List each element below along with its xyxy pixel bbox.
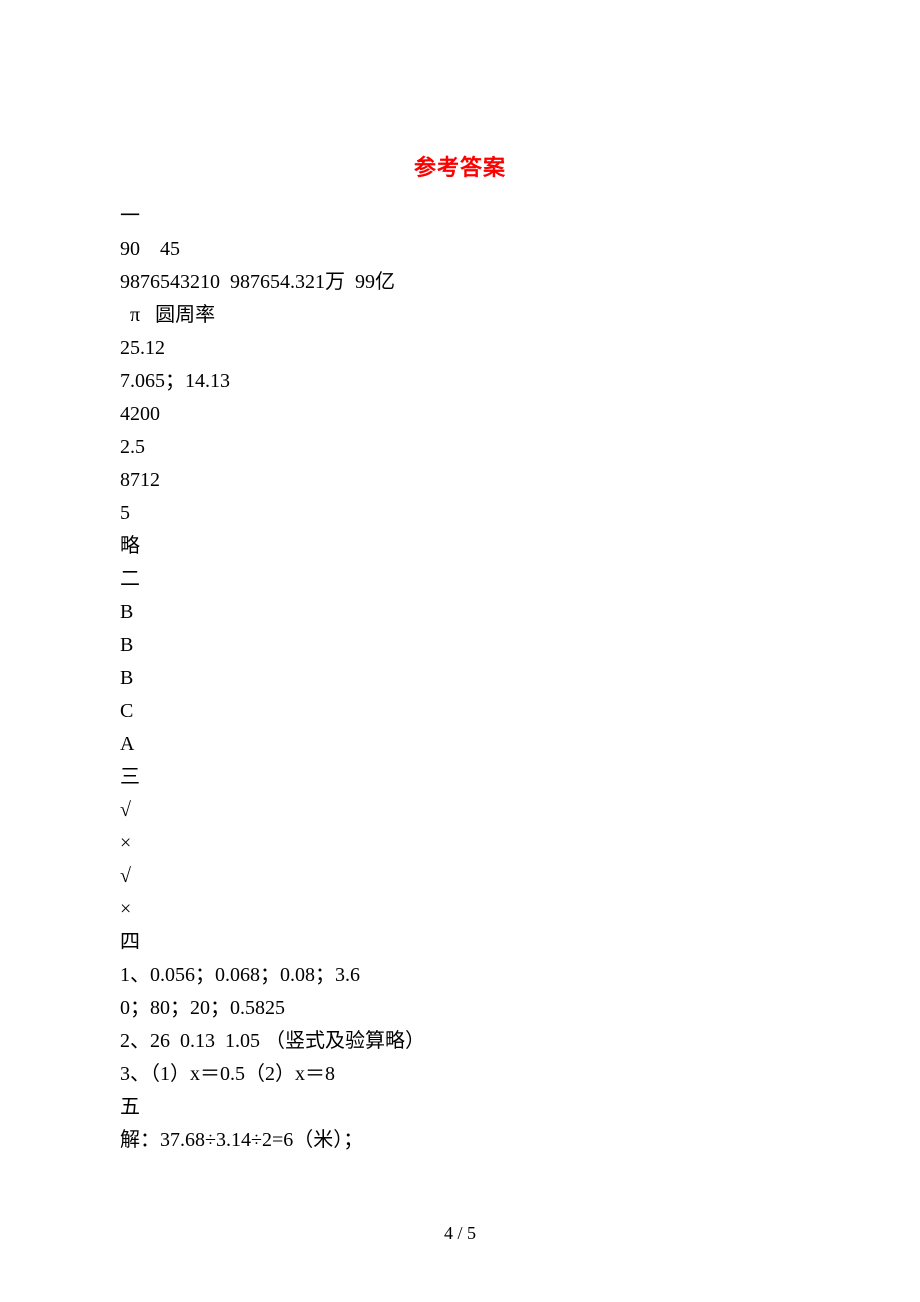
page-title: 参考答案 <box>120 150 800 182</box>
section-1-line: 90 45 <box>120 233 800 266</box>
section-4-heading: 四 <box>120 926 800 959</box>
section-1-heading: 一 <box>120 200 800 233</box>
section-4-line: 3、（1）x＝0.5（2）x＝8 <box>120 1058 800 1091</box>
section-2-answer: B <box>120 596 800 629</box>
section-2-answer: B <box>120 662 800 695</box>
section-4-line: 1、0.056；0.068；0.08；3.6 <box>120 959 800 992</box>
section-1-line: 5 <box>120 497 800 530</box>
section-2-answer: C <box>120 695 800 728</box>
section-1-line: 9876543210 987654.321万 99亿 <box>120 266 800 299</box>
section-3-answer: × <box>120 893 800 926</box>
page-number: 4 / 5 <box>0 1223 920 1244</box>
section-1-line: 8712 <box>120 464 800 497</box>
section-2-heading: 二 <box>120 563 800 596</box>
section-5-line: 解：37.68÷3.14÷2=6（米）； <box>120 1124 800 1157</box>
section-3-answer: √ <box>120 794 800 827</box>
section-2-answer: A <box>120 728 800 761</box>
document-page: 参考答案 一 90 45 9876543210 987654.321万 99亿 … <box>0 0 920 1157</box>
section-1-line: 4200 <box>120 398 800 431</box>
section-3-answer: √ <box>120 860 800 893</box>
section-4-line: 0；80；20；0.5825 <box>120 992 800 1025</box>
section-2-answer: B <box>120 629 800 662</box>
section-1-line: 略 <box>120 530 800 563</box>
section-1-line: 7.065；14.13 <box>120 365 800 398</box>
section-3-heading: 三 <box>120 761 800 794</box>
section-5-heading: 五 <box>120 1091 800 1124</box>
section-3-answer: × <box>120 827 800 860</box>
section-1-line: 2.5 <box>120 431 800 464</box>
section-1-line: π 圆周率 <box>120 299 800 332</box>
section-4-line: 2、26 0.13 1.05 （竖式及验算略） <box>120 1025 800 1058</box>
section-1-line: 25.12 <box>120 332 800 365</box>
